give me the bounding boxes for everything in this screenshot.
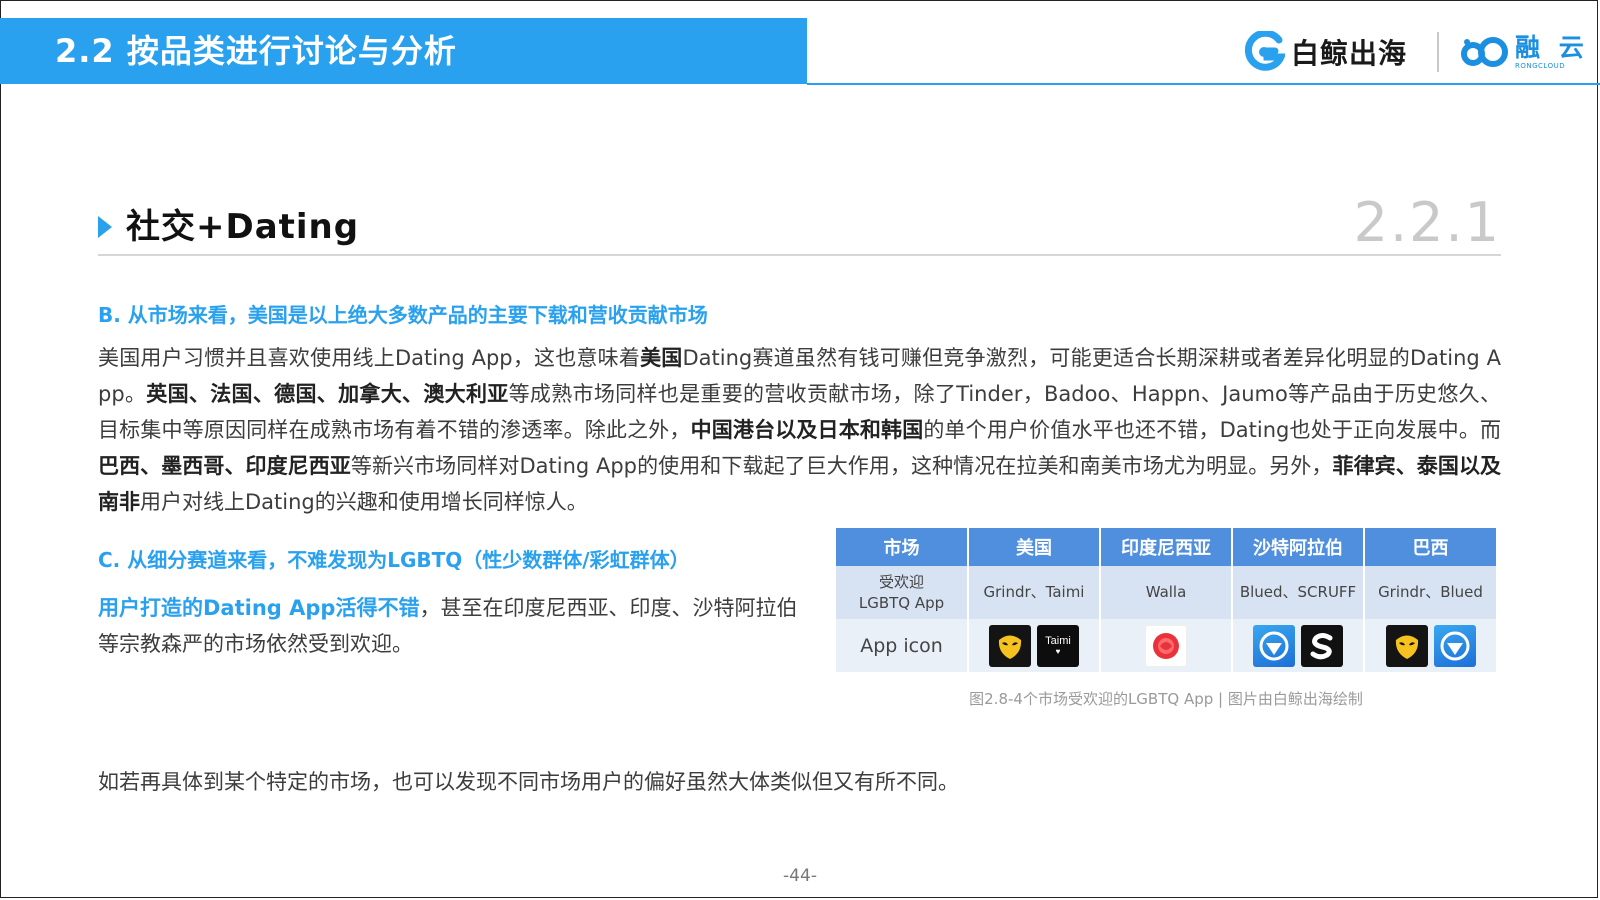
brand-name-rongcloud: 融 云 [1515, 32, 1589, 62]
brand-logo-baijing: 白鲸出海 [1243, 30, 1407, 74]
logo-divider [1437, 32, 1439, 72]
section-number: 2.2.1 [1353, 191, 1501, 254]
closing-paragraph: 如若再具体到某个特定的市场，也可以发现不同市场用户的偏好虽然大体类似但又有所不同… [98, 770, 959, 794]
table-cell: Blued、SCRUFF [1232, 566, 1365, 619]
section-title: 社交+Dating [126, 207, 360, 247]
emphasized-text: 中国港台以及日本和韩国 [690, 418, 924, 442]
emphasized-text: 巴西、墨西哥、印度尼西亚 [98, 454, 351, 478]
blued-icon [1253, 624, 1295, 667]
emphasized-text: 美国 [640, 346, 683, 370]
part-b-heading: B. 从市场来看，美国是以上绝大多数产品的主要下载和营收贡献市场 [98, 303, 708, 327]
section-divider [98, 254, 1501, 256]
table-cell: Grindr、Taimi [968, 566, 1101, 619]
table-header-cell: 美国 [968, 528, 1101, 566]
part-b-paragraph: 美国用户习惯并且喜欢使用线上Dating App，这也意味着美国Dating赛道… [98, 340, 1501, 520]
part-c-highlight: 用户打造的Dating App活得不错 [98, 596, 420, 620]
table-header-cell: 印度尼西亚 [1100, 528, 1233, 566]
table-cell: Grindr、Blued [1364, 566, 1496, 619]
paragraph-text: 用户对线上Dating的兴趣和使用增长同样惊人。 [140, 490, 588, 514]
table-header-cell: 市场 [836, 528, 969, 566]
row-label-app-icon: App icon [836, 619, 969, 672]
grindr-icon [1385, 624, 1428, 667]
lgbtq-app-table: 市场 美国 印度尼西亚 沙特阿拉伯 巴西 受欢迎 LGBTQ App Grindr… [836, 528, 1496, 672]
table-cell-icons [1232, 619, 1365, 672]
table-header-row: 市场 美国 印度尼西亚 沙特阿拉伯 巴西 [836, 528, 1496, 566]
baijing-logo-icon [1244, 31, 1285, 71]
brand-logo-rongcloud: 融 云 RONGCLOUD [1460, 30, 1589, 74]
paragraph-text: 美国用户习惯并且喜欢使用线上Dating App，这也意味着 [98, 346, 641, 370]
row-label-popular-apps: 受欢迎 LGBTQ App [836, 566, 969, 619]
rongcloud-logo-icon [1461, 37, 1508, 67]
part-c-heading: C. 从细分赛道来看，不难发现为LGBTQ（性少数群体/彩虹群体） [98, 548, 690, 572]
page-title: 2.2 按品类进行讨论与分析 [55, 32, 457, 70]
row-label-line: 受欢迎 [878, 572, 924, 591]
grindr-icon [989, 624, 1031, 667]
row-label-line: LGBTQ App [858, 593, 945, 612]
page-number: -44- [783, 866, 817, 886]
table-caption: 图2.8-4个市场受欢迎的LGBTQ App | 图片由白鲸出海绘制 [969, 690, 1363, 708]
paragraph-text: 等新兴市场同样对Dating App的使用和下载起了巨大作用，这种情况在拉美和南… [350, 454, 1333, 478]
taimi-icon: Taimi ♥ [1037, 624, 1079, 667]
table-row: 受欢迎 LGBTQ App Grindr、Taimi Walla Blued、SC… [836, 566, 1496, 619]
table-header-cell: 沙特阿拉伯 [1232, 528, 1365, 566]
table-header-cell: 巴西 [1364, 528, 1496, 566]
brand-name-baijing: 白鲸出海 [1291, 37, 1408, 70]
brand-sub-rongcloud: RONGCLOUD [1515, 61, 1566, 70]
part-c-paragraph: 用户打造的Dating App活得不错，甚至在印度尼西亚、印度、沙特阿拉伯等宗教… [98, 590, 808, 662]
table-cell-icons [1364, 619, 1496, 672]
paragraph-text: 的单个用户价值水平也还不错，Dating也处于正向发展中。而 [923, 418, 1502, 442]
header-rule [807, 83, 1600, 85]
table-cell: Walla [1100, 566, 1233, 619]
blued-icon [1433, 624, 1476, 667]
section-marker-icon [98, 216, 112, 238]
emphasized-text: 英国、法国、德国、加拿大、澳大利亚 [146, 382, 509, 406]
scruff-icon [1301, 624, 1343, 667]
table-cell-icons [1100, 619, 1233, 672]
walla-icon [1145, 624, 1187, 667]
table-cell-icons: Taimi ♥ [968, 619, 1101, 672]
table-row: App icon Taimi ♥ [836, 619, 1496, 672]
taimi-icon-label: Taimi [1045, 635, 1071, 647]
